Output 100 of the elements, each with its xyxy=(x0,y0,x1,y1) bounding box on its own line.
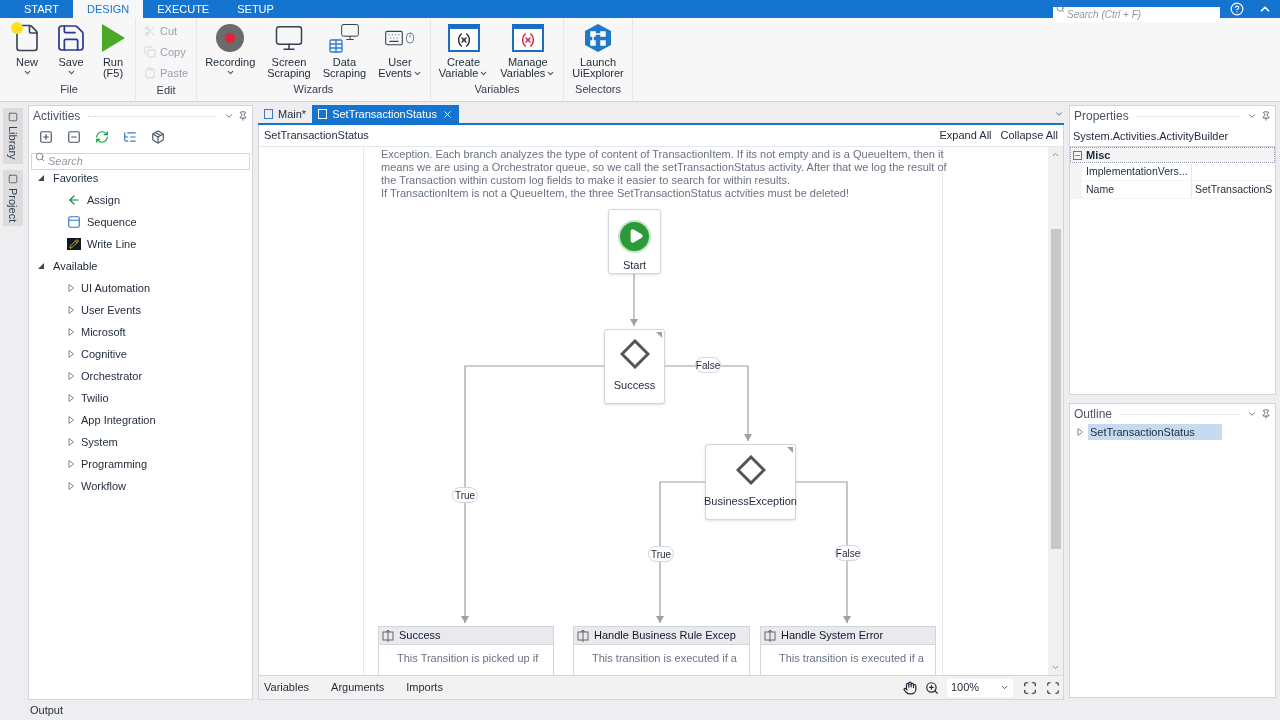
collapsed-arrow-icon[interactable] xyxy=(67,328,75,336)
collapsed-arrow-icon[interactable] xyxy=(67,394,75,402)
tree-item[interactable]: System xyxy=(81,433,118,451)
ribbon-button[interactable]: Launch UiExplorer xyxy=(568,18,628,79)
pin-icon[interactable] xyxy=(1261,111,1271,121)
tree-category[interactable]: Favorites xyxy=(53,169,99,187)
ribbon-tab[interactable]: SETUP xyxy=(223,0,288,18)
ribbon-tab[interactable]: EXECUTE xyxy=(143,0,224,18)
ribbon-button[interactable]: Screen Scraping xyxy=(263,18,315,79)
header-link[interactable]: Expand All xyxy=(939,127,992,144)
transition-card[interactable]: Handle Business Rule Excep This transition is executed if a xyxy=(573,626,750,675)
ribbon-tab[interactable]: START xyxy=(10,0,74,18)
outline-item[interactable]: SetTransactionStatus xyxy=(1088,423,1222,441)
tree-item[interactable]: Sequence xyxy=(87,213,137,231)
bottom-tab[interactable]: Variables xyxy=(262,679,312,696)
help-icon[interactable] xyxy=(1230,2,1244,16)
dropdown-icon[interactable] xyxy=(224,111,234,121)
tree-item[interactable]: Write Line xyxy=(87,235,137,253)
collapsed-arrow-icon[interactable] xyxy=(67,306,75,314)
pin-icon[interactable] xyxy=(238,111,248,121)
ribbon-button[interactable]: Manage Variables xyxy=(496,18,560,79)
property-name: Name xyxy=(1082,181,1192,198)
overview-icon[interactable] xyxy=(1046,680,1060,695)
list-tree-icon[interactable] xyxy=(123,130,137,144)
ribbon-button[interactable]: New xyxy=(7,18,47,79)
breadcrumb[interactable]: SetTransactionStatus xyxy=(264,127,931,144)
connector-arrow[interactable] xyxy=(630,273,638,327)
close-icon[interactable] xyxy=(441,108,453,120)
category-toggle-icon[interactable] xyxy=(1073,150,1082,160)
state-icon xyxy=(577,629,589,642)
package-icon[interactable] xyxy=(151,130,165,144)
dropdown-icon[interactable] xyxy=(1247,111,1257,121)
side-tab[interactable]: Library xyxy=(2,108,24,164)
tree-item[interactable]: Assign xyxy=(87,191,121,209)
search-field[interactable]: Search (Ctrl + F) xyxy=(1053,6,1220,22)
property-value[interactable]: SetTransactionS xyxy=(1192,181,1275,198)
start-node[interactable]: Start xyxy=(608,209,661,274)
scroll-up-icon[interactable] xyxy=(1051,150,1060,159)
ribbon-button[interactable]: Recording xyxy=(201,18,260,79)
side-tab[interactable]: Project xyxy=(2,169,24,226)
tree-item[interactable]: Programming xyxy=(81,455,148,473)
group-label: Edit xyxy=(156,83,176,98)
save-icon xyxy=(55,22,87,54)
pin-icon[interactable] xyxy=(1261,409,1271,419)
zoom-dropdown[interactable]: 100% xyxy=(947,678,1013,697)
transition-card[interactable]: Handle System Error This transition is executed if a xyxy=(760,626,936,675)
ribbon-button[interactable]: Create Variable xyxy=(434,18,493,79)
tree-item[interactable]: Twilio xyxy=(81,389,109,407)
table-globe-icon xyxy=(328,22,361,54)
expanded-arrow-icon[interactable] xyxy=(37,174,45,182)
transition-card[interactable]: Success This Transition is picked up if xyxy=(378,626,554,675)
document-tab[interactable]: Main* xyxy=(258,105,313,123)
document-tab[interactable]: SetTransactionStatus xyxy=(312,105,459,123)
bottom-tab[interactable]: Imports xyxy=(404,679,445,696)
collapsed-arrow-icon[interactable] xyxy=(67,438,75,446)
collapsed-arrow-icon[interactable] xyxy=(67,416,75,424)
panel-title: Properties xyxy=(1074,108,1129,125)
hand-icon[interactable] xyxy=(903,680,917,695)
bottom-tab[interactable]: Arguments xyxy=(329,679,387,696)
decision-node[interactable]: BusinessException xyxy=(705,444,796,520)
tree-item[interactable]: UI Automation xyxy=(81,279,151,297)
collapsed-arrow-icon[interactable] xyxy=(67,350,75,358)
tree-item[interactable]: Orchestrator xyxy=(81,367,143,385)
collapsed-arrow-icon[interactable] xyxy=(1076,428,1084,436)
collapsed-arrow-icon[interactable] xyxy=(67,284,75,292)
header-link[interactable]: Collapse All xyxy=(1000,127,1058,144)
group-label: Wizards xyxy=(293,81,334,97)
expand-all-icon[interactable] xyxy=(39,130,53,144)
fit-screen-icon[interactable] xyxy=(1023,680,1037,695)
ribbon-button[interactable]: Data Scraping xyxy=(318,18,371,79)
ribbon-button[interactable]: Save xyxy=(51,18,91,79)
dropdown-icon[interactable] xyxy=(1054,109,1064,119)
collapsed-arrow-icon[interactable] xyxy=(67,460,75,468)
tree-item[interactable]: Cognitive xyxy=(81,345,127,363)
tree-item[interactable]: Workflow xyxy=(81,477,127,495)
search-field[interactable]: Search xyxy=(31,152,250,170)
output-tab[interactable]: Output xyxy=(30,701,64,719)
scrollbar[interactable] xyxy=(1048,147,1063,675)
dropdown-icon[interactable] xyxy=(1247,409,1257,419)
property-name: ImplementationVers... xyxy=(1082,163,1192,180)
collapsed-arrow-icon[interactable] xyxy=(67,482,75,490)
scroll-down-icon[interactable] xyxy=(1051,663,1060,672)
tree-category[interactable]: Available xyxy=(53,257,98,275)
decision-node[interactable]: Success xyxy=(604,329,665,404)
ribbon-button[interactable]: Run (F5) xyxy=(95,18,131,79)
zoom-icon[interactable] xyxy=(925,680,939,695)
collapsed-arrow-icon[interactable] xyxy=(67,372,75,380)
refresh-icon[interactable] xyxy=(95,130,109,144)
ribbon-button[interactable]: User Events xyxy=(374,18,426,79)
tree-item[interactable]: User Events xyxy=(81,301,141,319)
tree-item[interactable]: App Integration xyxy=(81,411,156,429)
category-label: Misc xyxy=(1086,147,1111,163)
tree-item[interactable]: Microsoft xyxy=(81,323,126,341)
search-icon xyxy=(1056,3,1065,13)
paste-icon xyxy=(144,67,156,79)
square-icon xyxy=(8,173,18,184)
expanded-arrow-icon[interactable] xyxy=(37,262,45,270)
edge-label: False xyxy=(695,357,721,373)
ribbon-tab[interactable]: DESIGN xyxy=(73,0,144,18)
collapse-all-icon[interactable] xyxy=(67,130,81,144)
